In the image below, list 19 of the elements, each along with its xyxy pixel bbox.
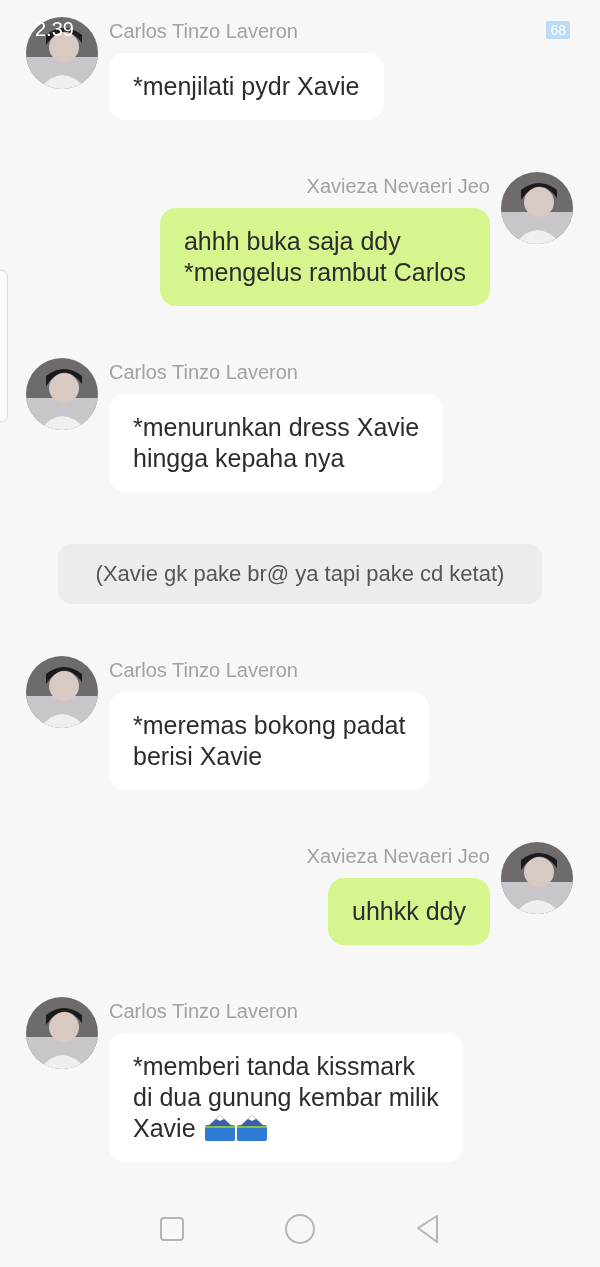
sender-name: Carlos Tinzo Laveron (109, 999, 298, 1023)
mountain-icon (204, 1113, 235, 1141)
message-bubble: *meremas bokong padat berisi Xavie (109, 692, 430, 790)
message-bubble: uhhkk ddy (328, 878, 490, 945)
sender-name: Carlos Tinzo Laveron (109, 658, 298, 682)
battery-level: 68 (546, 20, 570, 39)
recents-icon[interactable] (159, 1215, 186, 1242)
sender-name: Xavieza Nevaeri Jeo (306, 844, 490, 868)
narration-message: (Xavie gk pake br@ ya tapi pake cd ketat) (58, 544, 542, 604)
back-icon[interactable] (414, 1213, 441, 1244)
sender-name: Carlos Tinzo Laveron (109, 19, 298, 43)
home-icon[interactable] (284, 1212, 316, 1245)
message-bubble: *memberi tanda kissmark di dua gunung kembar milik Xavie (109, 1033, 463, 1162)
message-bubble: *menurunkan dress Xavie hingga kepaha nya (109, 394, 444, 492)
message-bubble: ahhh buka saja ddy *mengelus rambut Carlos (159, 208, 490, 306)
mountain-icon (236, 1113, 267, 1141)
message-bubble: *menjilati pydr Xavie (109, 53, 384, 120)
sender-name: Carlos Tinzo Laveron (109, 360, 298, 384)
sender-name: Xavieza Nevaeri Jeo (306, 174, 490, 198)
